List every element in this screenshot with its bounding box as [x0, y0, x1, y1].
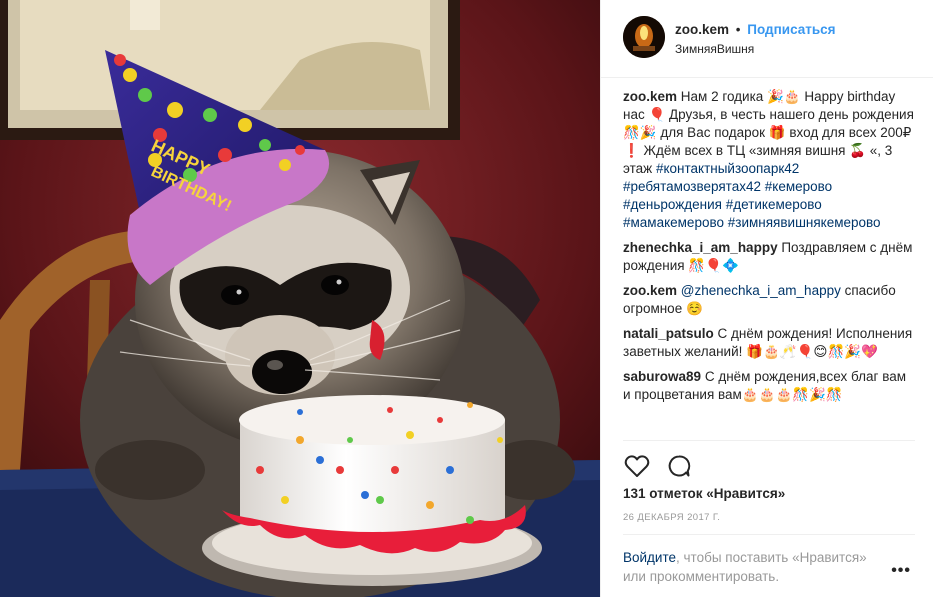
post-header: zoo.kem • Подписаться ЗимняяВишня	[601, 0, 933, 78]
comment-username[interactable]: natali_patsulo	[623, 326, 714, 341]
hashtag[interactable]: #ребятамозверятах42	[623, 179, 761, 194]
comment-item: saburowa89 С днём рождения,всех благ вам…	[623, 368, 915, 404]
comment-username[interactable]: saburowa89	[623, 369, 701, 384]
instagram-post: HAPPY BIRTHDAY! zoo.kem • Подписаться Зи…	[0, 0, 933, 597]
likes-count[interactable]: 131 отметок «Нравится»	[623, 486, 785, 501]
header-separator: •	[735, 22, 741, 37]
post-sidebar: zoo.kem • Подписаться ЗимняяВишня zoo.ke…	[600, 0, 933, 597]
like-button[interactable]	[623, 452, 651, 480]
hashtag[interactable]: #детикемерово	[726, 197, 822, 212]
header-line: zoo.kem • Подписаться	[675, 22, 836, 37]
comments-list[interactable]: zoo.kem Нам 2 годика 🎉🎂 Happy birthday н…	[623, 88, 915, 432]
more-options-icon[interactable]: •••	[891, 562, 911, 580]
comment-mention[interactable]: @zhenechka_i_am_happy	[681, 283, 841, 298]
comment-item: natali_patsulo С днём рождения! Исполнен…	[623, 325, 915, 361]
avatar-image	[623, 16, 665, 58]
avatar[interactable]	[623, 16, 665, 58]
actions-divider	[623, 440, 915, 441]
hashtag[interactable]: #мамакемерово	[623, 215, 724, 230]
hashtag[interactable]: #контактныйзоопарк42	[656, 161, 799, 176]
post-photo[interactable]: HAPPY BIRTHDAY!	[0, 0, 600, 597]
location-link[interactable]: ЗимняяВишня	[675, 42, 754, 56]
hashtag[interactable]: #зимняявишнякемерово	[728, 215, 881, 230]
heart-icon	[624, 455, 650, 477]
comment-username[interactable]: zhenechka_i_am_happy	[623, 240, 778, 255]
raccoon-birthday-photo: HAPPY BIRTHDAY!	[0, 0, 600, 597]
login-prompt: Войдите, чтобы поставить «Нравится» или …	[623, 548, 883, 586]
login-link[interactable]: Войдите	[623, 550, 676, 565]
comment-bubble-icon	[668, 455, 691, 477]
login-divider	[623, 534, 915, 535]
comment-button[interactable]	[665, 452, 693, 480]
comment-item: zhenechka_i_am_happy Поздравляем с днём …	[623, 239, 915, 275]
hashtag[interactable]: #кемерово	[765, 179, 832, 194]
post-date: 26 ДЕКАБРЯ 2017 Г.	[623, 512, 721, 523]
comment-item: zoo.kem @zhenechka_i_am_happy спасибо ог…	[623, 282, 915, 318]
action-bar	[623, 452, 693, 480]
follow-button[interactable]: Подписаться	[747, 22, 835, 37]
header-username[interactable]: zoo.kem	[675, 22, 729, 37]
hashtag[interactable]: #деньрождения	[623, 197, 722, 212]
comment-username[interactable]: zoo.kem	[623, 283, 677, 298]
caption: zoo.kem Нам 2 годика 🎉🎂 Happy birthday н…	[623, 88, 915, 232]
caption-username[interactable]: zoo.kem	[623, 89, 677, 104]
